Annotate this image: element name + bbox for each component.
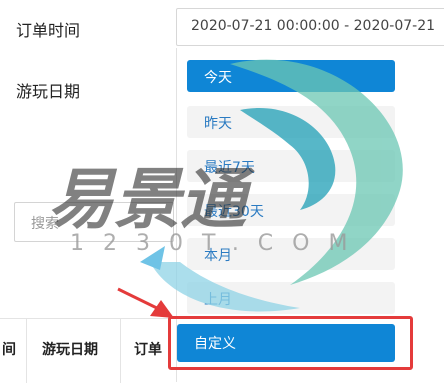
search-input[interactable]: 搜索 <box>14 202 174 242</box>
table-header-play-date: 游玩日期 <box>42 342 98 358</box>
preset-last-30-days[interactable]: 最近30天 <box>187 194 395 226</box>
table-header-order-time-partial: 间 <box>2 342 16 358</box>
table-header-order: 订单 <box>134 342 162 358</box>
order-time-label: 订单时间 <box>16 21 81 40</box>
preset-today[interactable]: 今天 <box>187 60 395 92</box>
table-header: 间 游玩日期 订单 <box>0 318 178 383</box>
preset-this-month[interactable]: 本月 <box>187 238 395 270</box>
column-divider <box>120 319 121 383</box>
preset-last-7-days[interactable]: 最近7天 <box>187 150 395 182</box>
column-divider <box>26 319 27 383</box>
annotation-arrow <box>117 287 174 318</box>
preset-last-month[interactable]: 上月 <box>187 282 395 314</box>
order-time-range-input[interactable]: 2020-07-21 00:00:00 - 2020-07-21 <box>176 8 444 46</box>
play-date-label: 游玩日期 <box>16 82 81 101</box>
annotation-highlight-box <box>168 316 413 370</box>
preset-yesterday[interactable]: 昨天 <box>187 106 395 138</box>
